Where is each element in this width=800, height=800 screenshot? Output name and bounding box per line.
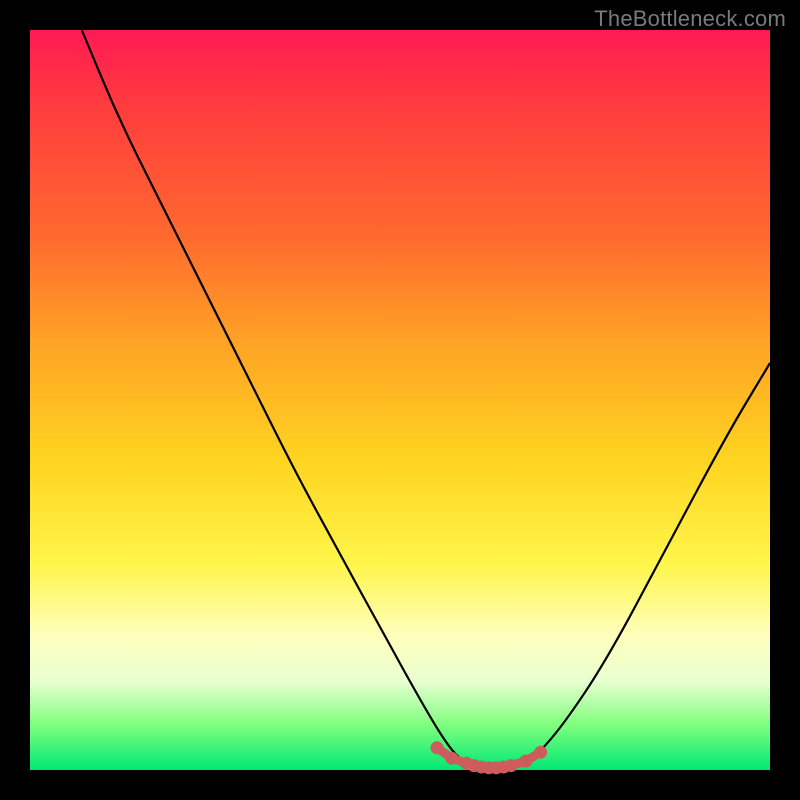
optimal-marker-dot bbox=[431, 741, 444, 754]
chart-svg bbox=[30, 30, 770, 770]
plot-area bbox=[30, 30, 770, 770]
watermark-text: TheBottleneck.com bbox=[594, 6, 786, 32]
optimal-marker-dot bbox=[505, 759, 518, 772]
chart-frame: TheBottleneck.com bbox=[0, 0, 800, 800]
optimal-marker-dot bbox=[445, 752, 458, 765]
bottleneck-curve-path bbox=[82, 30, 770, 768]
optimal-marker-dot bbox=[534, 746, 547, 759]
optimal-marker-dot bbox=[519, 755, 532, 768]
